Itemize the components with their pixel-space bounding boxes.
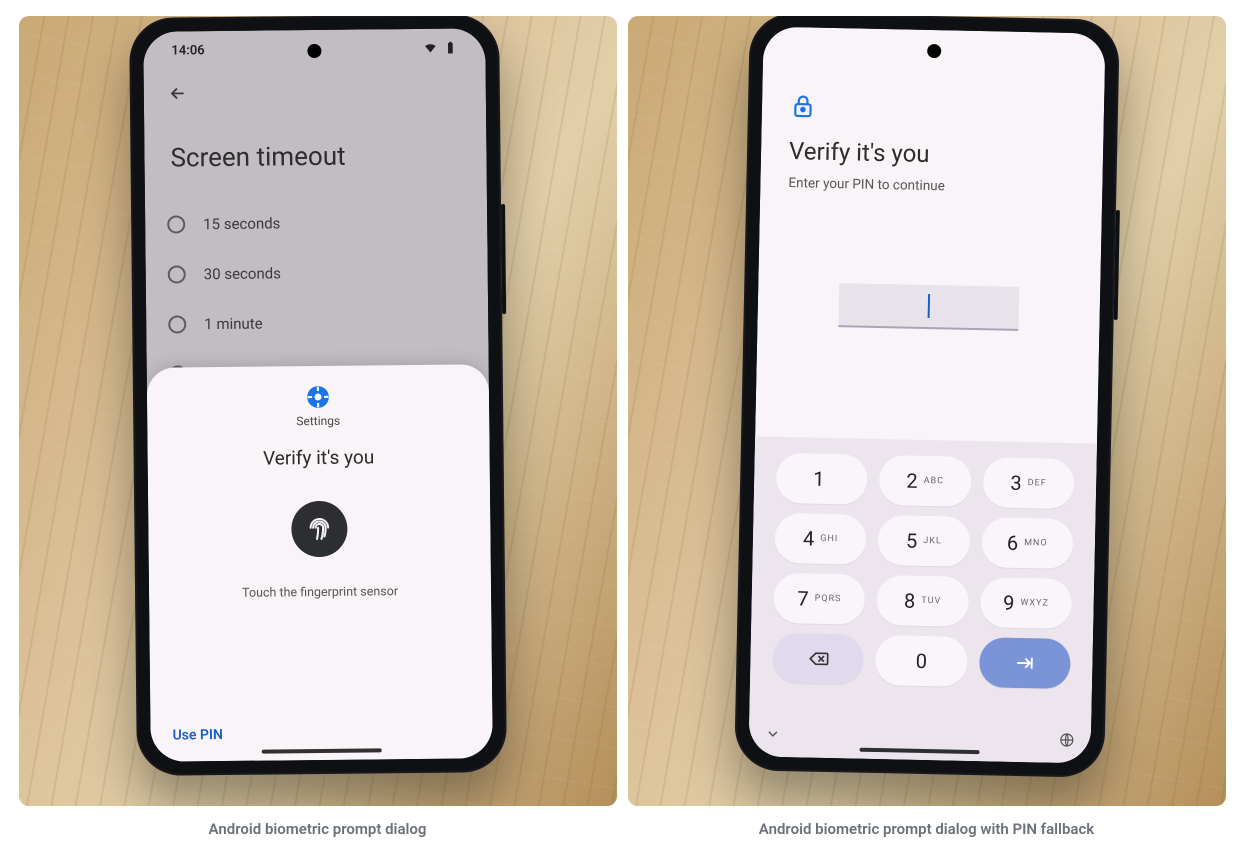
panel-biometric: 14:06 Screen timeout	[18, 16, 617, 838]
biometric-bottom-sheet: Settings Verify it's you Touch the	[146, 364, 492, 762]
key-7[interactable]: 7PQRS	[773, 573, 865, 625]
sheet-hint: Touch the fingerprint sensor	[241, 584, 397, 601]
phone-device-right: Verify it's you Enter your PIN to contin…	[734, 16, 1120, 778]
caption-left: Android biometric prompt dialog	[209, 820, 427, 838]
text-cursor	[927, 294, 930, 318]
key-enter[interactable]	[978, 637, 1070, 689]
backspace-icon	[806, 648, 828, 670]
key-8[interactable]: 8TUV	[876, 575, 968, 627]
panel-pin-fallback: Verify it's you Enter your PIN to contin…	[627, 16, 1226, 838]
key-6[interactable]: 6MNO	[981, 517, 1073, 569]
keypad-area: 1 2ABC 3DEF 4GHI 5JKL 6MNO 7PQRS 8TUV 9W…	[748, 437, 1097, 764]
sheet-app-label: Settings	[296, 414, 340, 428]
lock-icon	[789, 93, 816, 124]
key-2[interactable]: 2ABC	[879, 455, 971, 507]
back-button[interactable]	[163, 79, 191, 107]
key-4[interactable]: 4GHI	[774, 513, 866, 565]
key-5[interactable]: 5JKL	[877, 515, 969, 567]
page-title: Screen timeout	[170, 142, 345, 174]
key-1[interactable]: 1	[775, 453, 867, 505]
key-0[interactable]: 0	[875, 635, 967, 687]
keyboard-collapse-icon[interactable]	[764, 726, 780, 746]
wifi-icon	[423, 41, 437, 55]
key-9[interactable]: 9WXYZ	[979, 577, 1071, 629]
fingerprint-button[interactable]	[291, 501, 348, 558]
use-pin-button[interactable]: Use PIN	[172, 727, 222, 744]
numeric-keypad: 1 2ABC 3DEF 4GHI 5JKL 6MNO 7PQRS 8TUV 9W…	[771, 453, 1074, 689]
key-3[interactable]: 3DEF	[982, 457, 1074, 509]
status-time: 14:06	[171, 43, 204, 58]
globe-icon[interactable]	[1058, 732, 1074, 752]
fingerprint-icon	[304, 514, 334, 544]
timeout-option[interactable]: 1 minute	[167, 297, 468, 350]
pin-input[interactable]	[838, 283, 1019, 331]
screenshot-gallery: 14:06 Screen timeout	[0, 0, 1244, 838]
radio-icon	[167, 216, 185, 234]
caption-right: Android biometric prompt dialog with PIN…	[759, 820, 1094, 838]
key-backspace[interactable]	[771, 633, 863, 685]
camera-punch-hole	[307, 44, 321, 58]
camera-punch-hole	[927, 44, 941, 58]
timeout-option[interactable]: 15 seconds	[166, 197, 467, 250]
settings-gear-icon	[304, 384, 330, 410]
enter-icon	[1013, 652, 1035, 674]
option-label: 15 seconds	[203, 215, 280, 234]
photo-right: Verify it's you Enter your PIN to contin…	[628, 16, 1226, 806]
timeout-option[interactable]: 30 seconds	[167, 247, 468, 300]
phone-device-left: 14:06 Screen timeout	[129, 16, 507, 776]
photo-left: 14:06 Screen timeout	[19, 16, 617, 806]
verify-title: Verify it's you	[788, 137, 929, 168]
battery-icon	[443, 41, 457, 55]
option-label: 30 seconds	[203, 265, 280, 284]
radio-icon	[168, 316, 186, 334]
radio-icon	[167, 266, 185, 284]
option-label: 1 minute	[204, 315, 263, 334]
sheet-title: Verify it's you	[262, 445, 373, 469]
